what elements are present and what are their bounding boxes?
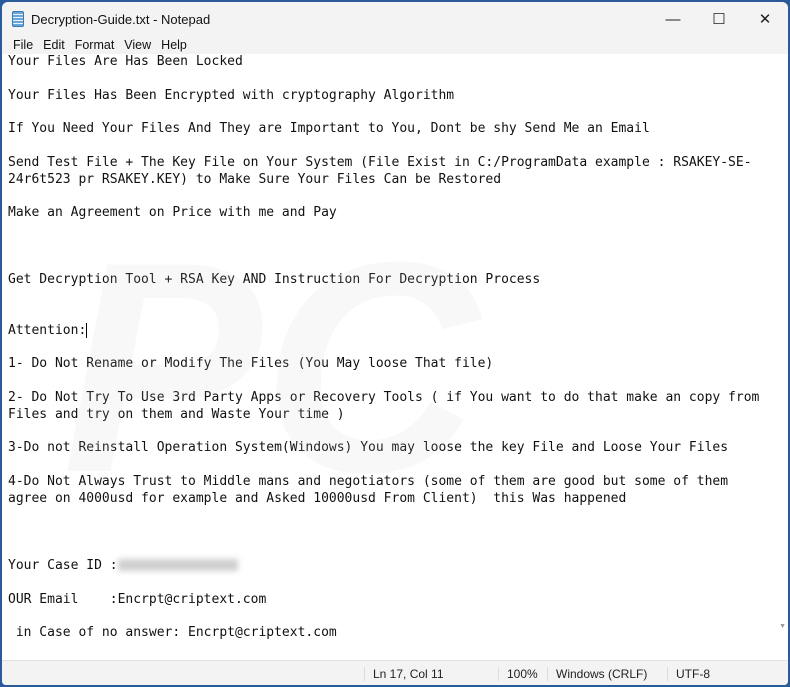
- zoom-level: 100%: [498, 667, 538, 681]
- scroll-down-arrow[interactable]: ▼: [779, 623, 786, 630]
- text-caret: [86, 322, 88, 338]
- menu-edit[interactable]: Edit: [38, 36, 70, 54]
- menu-view[interactable]: View: [119, 36, 156, 54]
- cursor-position: Ln 17, Col 11: [364, 667, 444, 681]
- menu-bar: File Edit Format View Help: [2, 36, 788, 54]
- text-line: [8, 104, 788, 121]
- line-ending: Windows (CRLF): [547, 667, 647, 681]
- text-line: [8, 608, 788, 625]
- title-bar: Decryption-Guide.txt - Notepad — ☐ ✕: [2, 2, 788, 36]
- text-line: in Case of no answer: Encrpt@criptext.co…: [8, 625, 337, 641]
- text-line: [8, 188, 788, 205]
- text-line: [8, 239, 788, 256]
- text-editor[interactable]: PC Your Files Are Has Been Locked Your F…: [2, 54, 788, 660]
- text-line: 2- Do Not Try To Use 3rd Party Apps or R…: [8, 389, 760, 405]
- text-line: 4-Do Not Always Trust to Middle mans and…: [8, 473, 729, 489]
- notepad-icon: [12, 11, 24, 27]
- text-line: OUR Email :Encrpt@criptext.com: [8, 591, 267, 607]
- text-line: [8, 575, 788, 592]
- text-line: [8, 289, 788, 306]
- case-id-label: Your Case ID :: [8, 557, 118, 573]
- text-line: agree on 4000usd for example and Asked 1…: [8, 490, 627, 506]
- text-line: Attention:: [8, 322, 88, 338]
- encoding: UTF-8: [667, 667, 710, 681]
- text-line: Your Files Are Has Been Locked: [8, 54, 243, 69]
- menu-file[interactable]: File: [8, 36, 38, 54]
- window-title: Decryption-Guide.txt - Notepad: [31, 11, 211, 27]
- text-line: 3-Do not Reinstall Operation System(Wind…: [8, 440, 729, 456]
- text-line: 1- Do Not Rename or Modify The Files (Yo…: [8, 356, 494, 372]
- menu-format[interactable]: Format: [70, 36, 120, 54]
- minimize-button[interactable]: —: [650, 2, 696, 36]
- text-line: [8, 541, 788, 558]
- text-line: [8, 508, 788, 525]
- menu-help[interactable]: Help: [156, 36, 192, 54]
- text-line: [8, 138, 788, 155]
- text-line: [8, 424, 788, 441]
- text-line: Send Test File + The Key File on Your Sy…: [8, 154, 752, 170]
- text-line: [8, 457, 788, 474]
- text-line: Make an Agreement on Price with me and P…: [8, 205, 337, 221]
- document-text[interactable]: Your Files Are Has Been Locked Your File…: [8, 54, 788, 642]
- close-button[interactable]: ✕: [742, 2, 788, 36]
- case-id-redacted: [117, 559, 238, 572]
- text-line: 24r6t523 pr RSAKEY.KEY) to Make Sure You…: [8, 171, 502, 187]
- text-line: [8, 222, 788, 239]
- text-line: [8, 306, 788, 323]
- text-line: [8, 340, 788, 357]
- text-line: Files and try on them and Waste Your tim…: [8, 406, 345, 422]
- text-line: [8, 71, 788, 88]
- text-line: If You Need Your Files And They are Impo…: [8, 121, 650, 137]
- text-line: [8, 524, 788, 541]
- notepad-window: Decryption-Guide.txt - Notepad — ☐ ✕ Fil…: [2, 2, 788, 685]
- maximize-button[interactable]: ☐: [696, 2, 742, 36]
- text-line: [8, 373, 788, 390]
- case-id-line: Your Case ID :: [8, 558, 788, 575]
- text-line: Your Files Has Been Encrypted with crypt…: [8, 87, 455, 103]
- status-bar: Ln 17, Col 11 100% Windows (CRLF) UTF-8: [2, 660, 788, 685]
- text-line: [8, 256, 788, 273]
- text-line: Get Decryption Tool + RSA Key AND Instru…: [8, 272, 541, 288]
